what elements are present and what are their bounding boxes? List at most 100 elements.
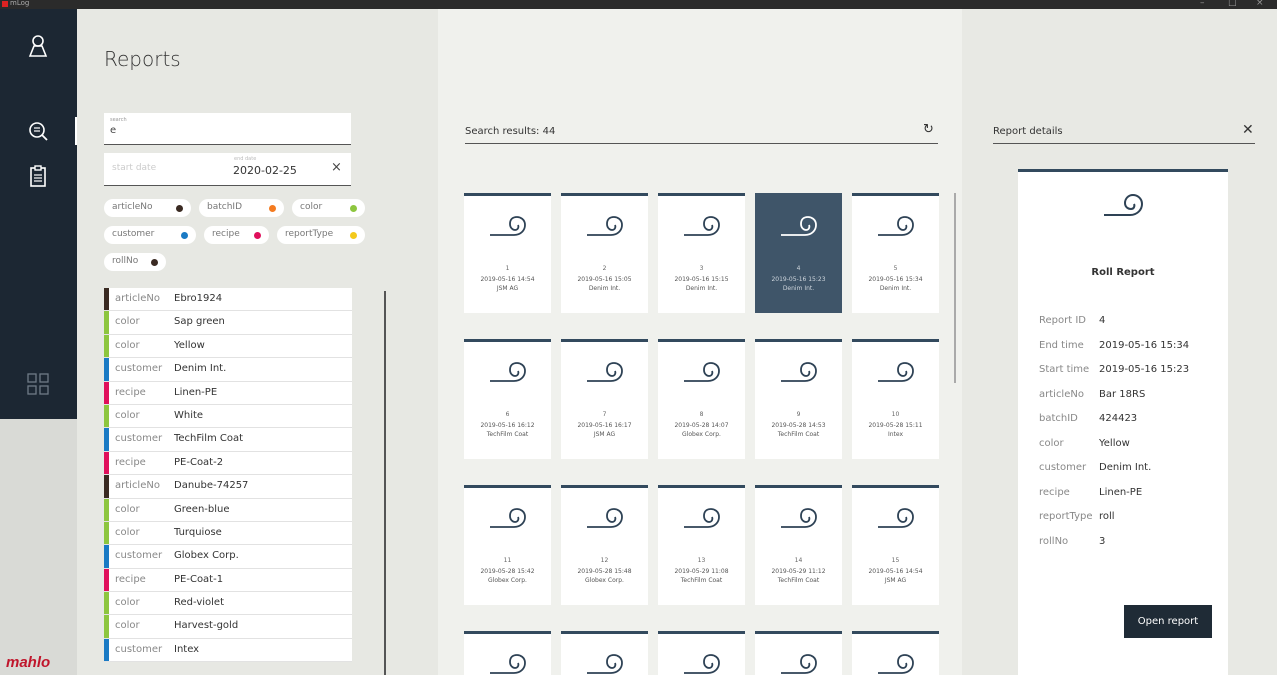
report-card[interactable]: 7 2019-05-16 16:17 JSM AG — [561, 339, 648, 459]
report-customer: Globex Corp. — [682, 431, 721, 438]
list-item[interactable]: color Green-blue — [104, 498, 352, 522]
list-item[interactable]: color Red-violet — [104, 592, 352, 616]
list-item-value: PE-Coat-2 — [174, 456, 224, 468]
tag-reporttype[interactable]: reportType — [277, 226, 365, 244]
tag-batchid[interactable]: batchID — [199, 199, 284, 217]
report-customer: Globex Corp. — [488, 577, 527, 584]
report-card[interactable] — [464, 631, 551, 675]
window-titlebar: mLog – □ × — [0, 0, 1277, 9]
list-item[interactable]: customer TechFilm Coat — [104, 428, 352, 452]
list-item-value: Yellow — [174, 339, 205, 351]
category-color-bar — [104, 381, 109, 404]
report-card[interactable] — [755, 631, 842, 675]
user-icon — [28, 35, 48, 57]
report-card[interactable]: 2 2019-05-16 15:05 Denim Int. — [561, 193, 648, 313]
category-color-bar — [104, 592, 109, 615]
detail-value: 3 — [1099, 535, 1106, 547]
report-card[interactable]: 1 2019-05-16 14:54 JSM AG — [464, 193, 551, 313]
list-item-key: color — [115, 339, 140, 351]
list-item[interactable]: articleNo Ebro1924 — [104, 288, 352, 312]
tag-customer[interactable]: customer — [104, 226, 196, 244]
report-card-selected[interactable]: 4 2019-05-16 15:23 Denim Int. — [755, 193, 842, 313]
list-item[interactable]: recipe PE-Coat-1 — [104, 568, 352, 593]
report-date: 2019-05-16 15:05 — [577, 276, 632, 283]
page-title: Reports — [104, 47, 181, 71]
nav-search-reports-button[interactable] — [21, 114, 55, 148]
start-date-field[interactable]: start date — [112, 163, 156, 173]
report-id: 5 — [893, 265, 898, 272]
list-item[interactable]: recipe PE-Coat-2 — [104, 451, 352, 476]
report-customer: Globex Corp. — [585, 577, 624, 584]
close-window-button[interactable]: × — [1256, 0, 1264, 8]
list-item-key: color — [115, 409, 140, 421]
list-item[interactable]: customer Intex — [104, 638, 352, 663]
report-card[interactable]: 13 2019-05-29 11:08 TechFilm Coat — [658, 485, 745, 605]
report-card[interactable]: 3 2019-05-16 15:15 Denim Int. — [658, 193, 745, 313]
list-item[interactable]: color Sap green — [104, 311, 352, 335]
list-item[interactable]: color Turquiose — [104, 521, 352, 546]
report-type-title: Roll Report — [1091, 267, 1155, 278]
list-item[interactable]: color White — [104, 404, 352, 429]
list-item[interactable]: articleNo Danube-74257 — [104, 475, 352, 499]
report-id: 13 — [697, 557, 706, 564]
list-item[interactable]: color Harvest-gold — [104, 615, 352, 639]
report-card[interactable] — [658, 631, 745, 675]
list-scrollbar[interactable] — [384, 291, 386, 675]
category-color-bar — [104, 475, 109, 498]
report-card[interactable]: 12 2019-05-28 15:48 Globex Corp. — [561, 485, 648, 605]
clear-date-icon[interactable]: × — [331, 160, 342, 175]
list-item[interactable]: color Yellow — [104, 334, 352, 359]
report-date: 2019-05-29 11:08 — [674, 568, 729, 575]
minimize-button[interactable]: – — [1200, 0, 1205, 8]
list-item-value: Ebro1924 — [174, 293, 223, 304]
report-card[interactable]: 10 2019-05-28 15:11 Intex — [852, 339, 939, 459]
tag-rollno[interactable]: rollNo — [104, 253, 166, 271]
report-customer: TechFilm Coat — [777, 431, 820, 438]
report-id: 15 — [891, 557, 900, 564]
report-id: 7 — [602, 411, 607, 418]
open-report-button[interactable]: Open report — [1124, 605, 1212, 638]
category-color-bar — [104, 615, 109, 638]
tag-recipe[interactable]: recipe — [204, 226, 269, 244]
nav-apps-button[interactable] — [21, 367, 55, 401]
detail-value: Yellow — [1099, 437, 1130, 449]
report-customer: TechFilm Coat — [680, 577, 723, 584]
report-card[interactable]: 14 2019-05-29 11:12 TechFilm Coat — [755, 485, 842, 605]
report-card[interactable]: 11 2019-05-28 15:42 Globex Corp. — [464, 485, 551, 605]
detail-key: rollNo — [1039, 535, 1069, 547]
report-card[interactable]: 15 2019-05-16 14:54 JSM AG — [852, 485, 939, 605]
report-card[interactable] — [852, 631, 939, 675]
roll-icon — [684, 362, 720, 382]
report-card[interactable] — [561, 631, 648, 675]
detail-key: Report ID — [1039, 315, 1086, 326]
roll-icon — [878, 216, 914, 236]
results-scrollbar[interactable] — [954, 193, 956, 383]
search-input[interactable]: search e — [104, 113, 351, 145]
report-card[interactable]: 5 2019-05-16 15:34 Denim Int. — [852, 193, 939, 313]
close-details-icon[interactable]: ✕ — [1242, 122, 1254, 138]
tag-articleno[interactable]: articleNo — [104, 199, 191, 217]
list-item-value: Danube-74257 — [174, 480, 249, 492]
report-date: 2019-05-16 15:34 — [868, 276, 923, 283]
nav-user-button[interactable] — [21, 29, 55, 63]
report-card[interactable]: 9 2019-05-28 14:53 TechFilm Coat — [755, 339, 842, 459]
list-item[interactable]: customer Denim Int. — [104, 358, 352, 382]
list-item-key: recipe — [115, 386, 146, 398]
list-item[interactable]: customer Globex Corp. — [104, 545, 352, 569]
refresh-icon[interactable]: ↻ — [923, 122, 934, 137]
report-card[interactable]: 8 2019-05-28 14:07 Globex Corp. — [658, 339, 745, 459]
filter-value-list: articleNo Ebro1924 color Sap green color Yell… — [104, 288, 352, 663]
end-date-field[interactable]: 2020-02-25 — [233, 164, 297, 177]
detail-key: color — [1039, 437, 1064, 449]
list-item[interactable]: recipe Linen-PE — [104, 381, 352, 405]
report-card[interactable]: 6 2019-05-16 16:12 TechFilm Coat — [464, 339, 551, 459]
report-date: 2019-05-16 16:17 — [577, 422, 632, 429]
roll-icon — [781, 362, 817, 382]
maximize-button[interactable]: □ — [1228, 0, 1237, 8]
results-count: Search results: 44 — [465, 126, 556, 137]
category-color-bar — [104, 498, 109, 521]
report-id: 8 — [699, 411, 704, 418]
nav-clipboard-button[interactable] — [21, 159, 55, 193]
detail-row: articleNo Bar 18RS — [1039, 389, 1145, 400]
tag-color[interactable]: color — [292, 199, 365, 217]
